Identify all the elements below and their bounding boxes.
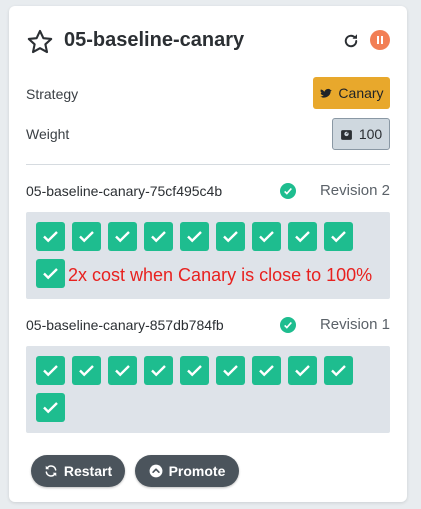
pod-status-icon[interactable] bbox=[108, 222, 137, 251]
restart-label: Restart bbox=[63, 463, 113, 479]
pod-status-icon[interactable] bbox=[144, 222, 173, 251]
revision-header: 05-baseline-canary-75cf495c4b Revision 2 bbox=[26, 182, 390, 202]
bird-icon bbox=[320, 88, 333, 98]
cost-note: 2x cost when Canary is close to 100% bbox=[68, 265, 373, 285]
rollout-card: 05-baseline-canary Strategy Canary Weigh… bbox=[9, 6, 407, 502]
pod-status-icon[interactable] bbox=[252, 222, 281, 251]
promote-label: Promote bbox=[168, 463, 226, 479]
page-title: 05-baseline-canary bbox=[64, 29, 245, 51]
pod-status-icon[interactable] bbox=[180, 356, 209, 385]
pod-group bbox=[26, 346, 390, 433]
pod-status-icon[interactable] bbox=[36, 259, 65, 288]
refresh-icon[interactable] bbox=[342, 32, 360, 50]
card-header: 05-baseline-canary bbox=[26, 26, 390, 58]
pod-status-icon[interactable] bbox=[108, 356, 137, 385]
promote-button[interactable]: Promote bbox=[135, 455, 239, 487]
pod-status-icon[interactable] bbox=[72, 356, 101, 385]
pause-icon[interactable] bbox=[370, 30, 390, 50]
strategy-value: Canary bbox=[338, 85, 384, 101]
weight-badge: 100 bbox=[332, 118, 390, 150]
weight-value: 100 bbox=[358, 126, 383, 142]
pod-status-icon[interactable] bbox=[324, 222, 353, 251]
pod-status-icon[interactable] bbox=[216, 356, 245, 385]
pod-status-icon[interactable] bbox=[324, 356, 353, 385]
pod-status-icon[interactable] bbox=[36, 393, 65, 422]
pod-status-icon[interactable] bbox=[216, 222, 245, 251]
pod-status-icon[interactable] bbox=[288, 222, 317, 251]
revision-label: Revision 2 bbox=[319, 182, 390, 199]
strategy-badge: Canary bbox=[313, 77, 390, 109]
arrow-circle-up-icon bbox=[149, 464, 163, 478]
pod-status-icon[interactable] bbox=[72, 222, 101, 251]
divider bbox=[26, 164, 390, 165]
revision-label: Revision 1 bbox=[319, 316, 390, 333]
pod-status-icon[interactable] bbox=[36, 222, 65, 251]
pod-status-icon[interactable] bbox=[288, 356, 317, 385]
restart-button[interactable]: Restart bbox=[31, 455, 125, 487]
check-circle-icon bbox=[280, 183, 296, 199]
sync-icon bbox=[45, 465, 57, 477]
pod-status-icon[interactable] bbox=[252, 356, 281, 385]
pod-status-icon[interactable] bbox=[144, 356, 173, 385]
pod-status-icon[interactable] bbox=[36, 356, 65, 385]
pod-status-icon[interactable] bbox=[180, 222, 209, 251]
revision-name: 05-baseline-canary-75cf495c4b bbox=[26, 183, 223, 199]
star-icon[interactable] bbox=[26, 28, 54, 56]
check-circle-icon bbox=[280, 317, 296, 333]
weight-icon bbox=[340, 129, 352, 140]
weight-label: Weight bbox=[26, 126, 70, 142]
strategy-label: Strategy bbox=[26, 86, 79, 102]
revision-header: 05-baseline-canary-857db784fb Revision 1 bbox=[26, 316, 390, 336]
revision-name: 05-baseline-canary-857db784fb bbox=[26, 317, 224, 333]
pod-group: 2x cost when Canary is close to 100% bbox=[26, 212, 390, 299]
